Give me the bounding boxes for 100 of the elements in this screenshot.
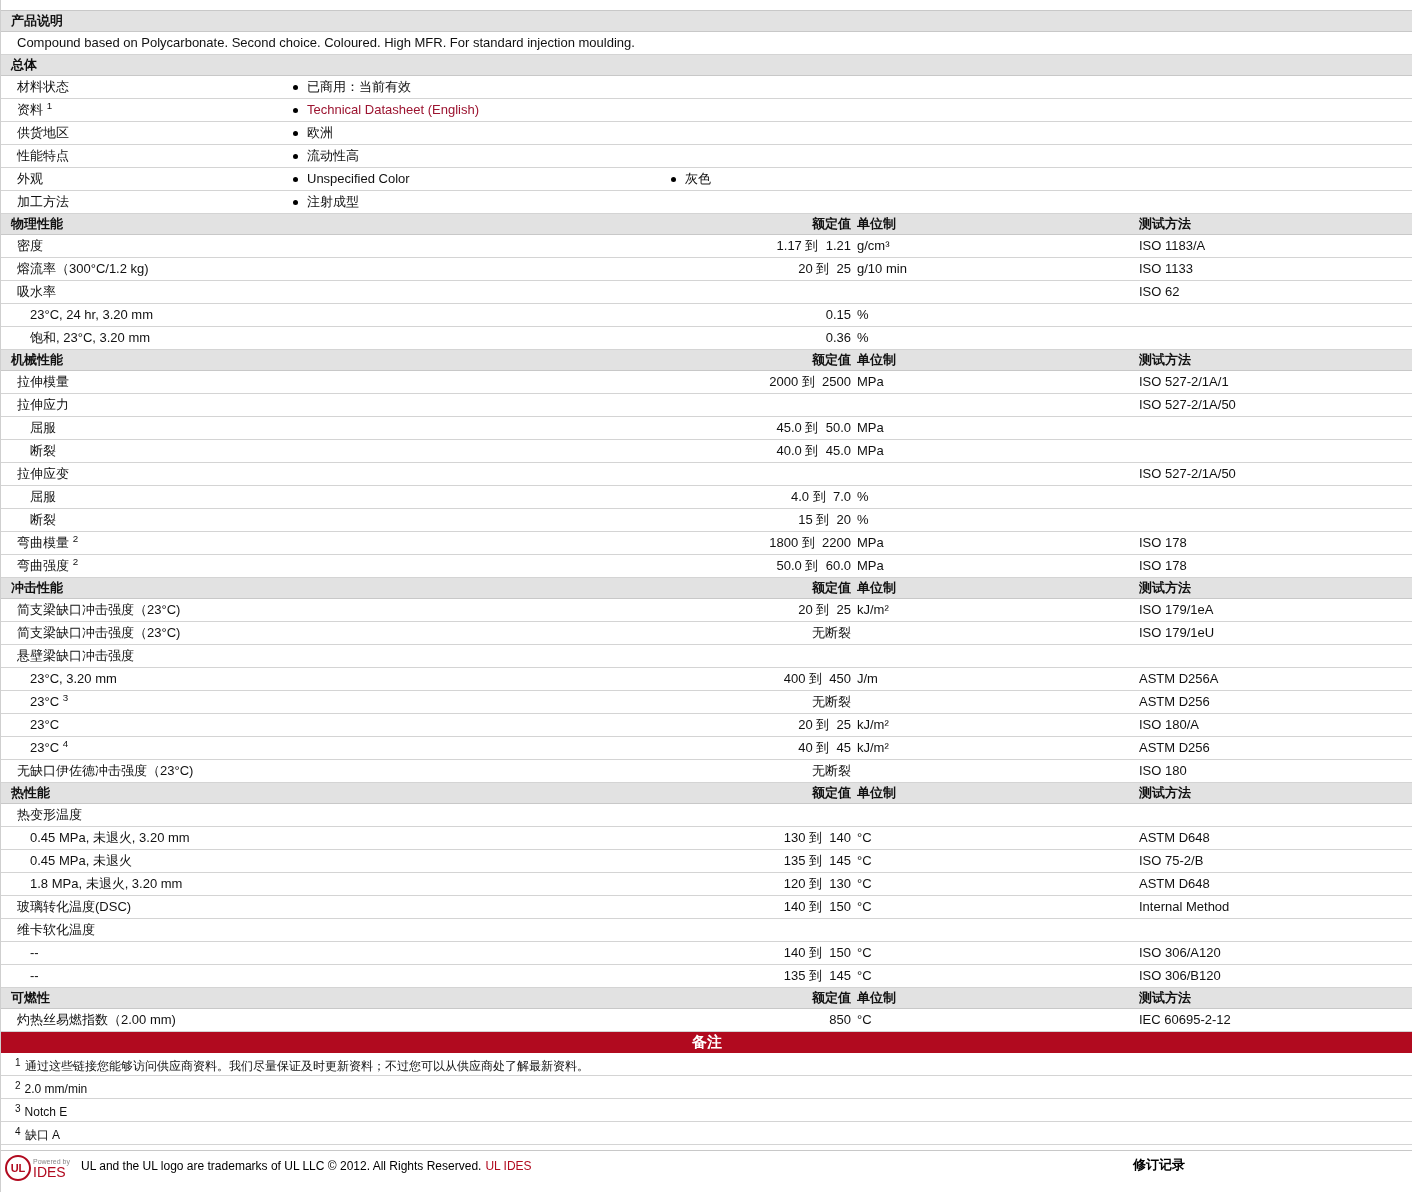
test-method: ISO 527-2/1A/50: [1139, 397, 1236, 413]
unit-text: °C: [857, 853, 872, 869]
column-header: 测试方法: [1139, 580, 1191, 596]
column-header: 额定值: [812, 784, 851, 803]
test-method: ISO 1133: [1139, 261, 1193, 277]
unit-text: MPa: [857, 535, 884, 551]
footnote-mark: 1: [14, 1056, 21, 1070]
property-label: 弯曲强度 $^{2}$: [17, 558, 79, 574]
test-method: ISO 180: [1139, 763, 1187, 779]
property-value: 20 到 25: [798, 716, 851, 735]
property-label: --: [30, 968, 39, 984]
property-label: 外观: [17, 171, 43, 187]
property-value: 无断裂: [812, 624, 851, 643]
section-title: 热性能: [11, 785, 50, 801]
column-header: 测试方法: [1139, 785, 1191, 801]
column-header: 单位制: [857, 352, 896, 368]
property-label: 断裂: [30, 443, 56, 459]
unit-text: %: [857, 307, 869, 323]
test-method: ISO 306/B120: [1139, 968, 1221, 984]
unit-text: kJ/m²: [857, 717, 889, 733]
column-header: 测试方法: [1139, 352, 1191, 368]
section-title: 可燃性: [11, 990, 50, 1006]
unit-text: %: [857, 330, 869, 346]
footnote-text: Notch E: [23, 1104, 68, 1121]
trademark-text: UL and the UL logo are trademarks of UL LLC © 2012. All Rights Reserved.: [81, 1158, 482, 1175]
column-header: 额定值: [812, 579, 851, 598]
test-method: ASTM D256A: [1139, 671, 1219, 687]
property-label: 0.45 MPa, 未退火, 3.20 mm: [30, 830, 190, 846]
property-value: 灰色: [685, 170, 711, 189]
property-value: 45.0 到 50.0: [776, 419, 851, 438]
property-label: 吸水率: [17, 284, 56, 300]
section-title: 机械性能: [11, 352, 63, 368]
datasheet-link[interactable]: Technical Datasheet (English): [307, 100, 479, 120]
unit-text: g/cm³: [857, 238, 890, 254]
property-label: 拉伸应力: [17, 397, 69, 413]
property-value: 无断裂: [812, 762, 851, 781]
property-label: 简支梁缺口冲击强度（23°C): [17, 602, 181, 618]
property-value: 2000 到 2500: [769, 373, 851, 392]
property-value: Unspecified Color: [307, 170, 410, 189]
property-label: 23°C $^{4}$: [30, 740, 69, 756]
property-label: 加工方法: [17, 194, 69, 210]
property-value: 无断裂: [812, 693, 851, 712]
property-label: 弯曲模量 $^{2}$: [17, 535, 79, 551]
column-header: 测试方法: [1139, 216, 1191, 232]
test-method: ISO 306/A120: [1139, 945, 1221, 961]
property-value: 0.15: [825, 306, 851, 325]
section-title: 总体: [9, 56, 37, 75]
property-label: 热变形温度: [17, 807, 82, 823]
property-label: 灼热丝易燃指数（2.00 mm): [17, 1012, 176, 1028]
unit-text: MPa: [857, 374, 884, 390]
logo-mark: UL: [5, 1155, 31, 1181]
test-method: ASTM D648: [1139, 876, 1210, 892]
property-value: 135 到 145: [783, 852, 851, 871]
test-method: IEC 60695-2-12: [1139, 1012, 1231, 1028]
section-title: 物理性能: [11, 216, 63, 232]
unit-text: °C: [857, 968, 872, 984]
column-header: 单位制: [857, 785, 896, 801]
property-value: 40.0 到 45.0: [776, 442, 851, 461]
property-label: 屈服: [30, 489, 56, 505]
column-header: 单位制: [857, 216, 896, 232]
property-label: --: [30, 945, 39, 961]
ul-ides-link[interactable]: UL IDES: [485, 1157, 532, 1175]
property-label: 性能特点: [17, 148, 69, 164]
unit-text: kJ/m²: [857, 740, 889, 756]
column-header: 额定值: [812, 351, 851, 370]
footnote-mark: 4: [14, 1125, 21, 1139]
property-value: 20 到 25: [798, 601, 851, 620]
property-value: 欧洲: [307, 124, 333, 143]
property-value: 130 到 140: [783, 829, 851, 848]
footnote-mark: 3: [14, 1102, 21, 1116]
column-header: 单位制: [857, 990, 896, 1006]
test-method: ASTM D648: [1139, 830, 1210, 846]
test-method: ISO 178: [1139, 535, 1187, 551]
property-value: 850: [829, 1011, 851, 1030]
property-label: 23°C: [30, 717, 60, 733]
property-label: 23°C, 24 hr, 3.20 mm: [30, 307, 153, 323]
column-header: 单位制: [857, 580, 896, 596]
property-value: 140 到 150: [783, 944, 851, 963]
section-title: 冲击性能: [11, 580, 63, 596]
unit-text: MPa: [857, 443, 884, 459]
property-value: 注射成型: [307, 193, 359, 212]
unit-text: °C: [857, 830, 872, 846]
unit-text: °C: [857, 945, 872, 961]
property-label: 1.8 MPa, 未退火, 3.20 mm: [30, 876, 183, 892]
column-header: 额定值: [812, 215, 851, 234]
footnote-mark: 2: [14, 1079, 21, 1093]
test-method: ISO 180/A: [1139, 717, 1199, 733]
test-method: ISO 1183/A: [1139, 238, 1206, 254]
property-value: 400 到 450: [783, 670, 851, 689]
unit-text: J/m: [857, 671, 878, 687]
property-value: 4.0 到 7.0: [791, 488, 851, 507]
property-label: 饱和, 23°C, 3.20 mm: [30, 330, 151, 346]
revision-title: 修订记录: [1133, 1156, 1185, 1174]
property-label: 无缺口伊佐德冲击强度（23°C): [17, 763, 194, 779]
property-label: 材料状态: [17, 79, 69, 95]
property-value: 140 到 150: [783, 898, 851, 917]
footnote-text: 缺口 A: [23, 1127, 60, 1144]
property-value: 50.0 到 60.0: [776, 557, 851, 576]
property-label: 简支梁缺口冲击强度（23°C): [17, 625, 181, 641]
property-label: 熔流率（300°C/1.2 kg): [17, 261, 149, 277]
